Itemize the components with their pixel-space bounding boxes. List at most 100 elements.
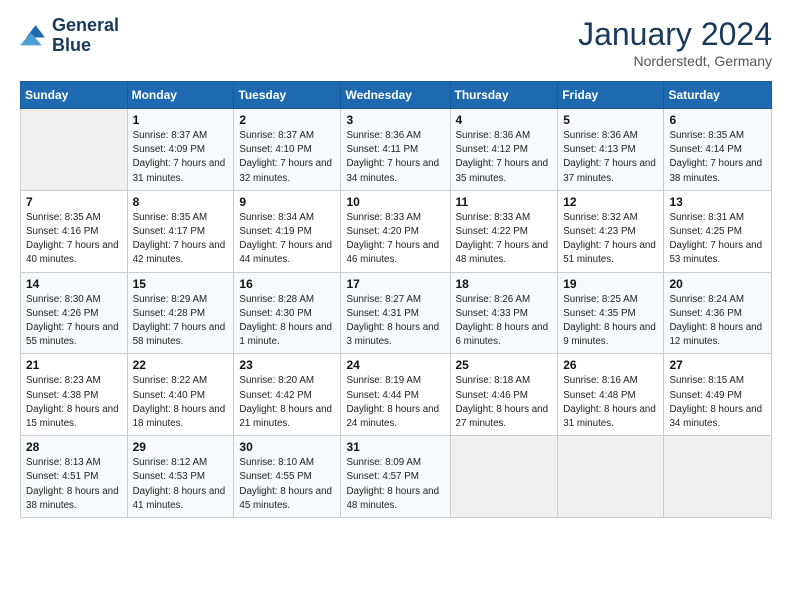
day-info: Sunrise: 8:37 AMSunset: 4:09 PMDaylight:… [133, 129, 229, 186]
day-cell: 2 Sunrise: 8:37 AMSunset: 4:10 PMDaylight… [234, 109, 341, 191]
day-number: 21 [26, 358, 122, 372]
day-info: Sunrise: 8:15 AMSunset: 4:49 PMDaylight:… [669, 374, 766, 431]
logo-icon [20, 22, 48, 50]
day-cell: 26 Sunrise: 8:16 AMSunset: 4:48 PMDayligh… [558, 354, 664, 436]
day-info: Sunrise: 8:33 AMSunset: 4:20 PMDaylight:… [346, 211, 444, 268]
day-cell: 6 Sunrise: 8:35 AMSunset: 4:14 PMDaylight… [664, 109, 772, 191]
day-cell: 11Sunrise: 8:33 AMSunset: 4:22 PMDayligh… [450, 190, 558, 272]
header-sunday: Sunday [21, 82, 128, 109]
day-info: Sunrise: 8:24 AMSunset: 4:36 PMDaylight:… [669, 293, 766, 350]
day-cell [21, 109, 128, 191]
week-row-1: 1 Sunrise: 8:37 AMSunset: 4:09 PMDaylight… [21, 109, 772, 191]
day-cell: 4Sunrise: 8:36 AMSunset: 4:12 PMDaylight… [450, 109, 558, 191]
day-number: 5 [563, 113, 658, 127]
header-saturday: Saturday [664, 82, 772, 109]
day-cell [558, 436, 664, 518]
day-cell: 12 Sunrise: 8:32 AMSunset: 4:23 PMDayligh… [558, 190, 664, 272]
day-number: 2 [239, 113, 335, 127]
calendar: SundayMondayTuesdayWednesdayThursdayFrid… [20, 81, 772, 518]
day-number: 27 [669, 358, 766, 372]
day-number: 29 [133, 440, 229, 454]
day-number: 26 [563, 358, 658, 372]
day-number: 23 [239, 358, 335, 372]
day-number: 9 [239, 195, 335, 209]
day-cell: 25 Sunrise: 8:18 AMSunset: 4:46 PMDayligh… [450, 354, 558, 436]
day-number: 19 [563, 277, 658, 291]
page-header: General Blue January 2024 Norderstedt, G… [20, 16, 772, 69]
day-number: 4 [456, 113, 553, 127]
day-cell: 17 Sunrise: 8:27 AMSunset: 4:31 PMDayligh… [341, 272, 450, 354]
day-cell: 14 Sunrise: 8:30 AMSunset: 4:26 PMDayligh… [21, 272, 128, 354]
day-info: Sunrise: 8:29 AMSunset: 4:28 PMDaylight:… [133, 293, 229, 350]
day-number: 3 [346, 113, 444, 127]
day-info: Sunrise: 8:35 AMSunset: 4:17 PMDaylight:… [133, 211, 229, 268]
day-info: Sunrise: 8:36 AMSunset: 4:11 PMDaylight:… [346, 129, 444, 186]
day-cell: 29 Sunrise: 8:12 AMSunset: 4:53 PMDayligh… [127, 436, 234, 518]
day-cell: 1 Sunrise: 8:37 AMSunset: 4:09 PMDaylight… [127, 109, 234, 191]
day-number: 24 [346, 358, 444, 372]
day-info: Sunrise: 8:31 AMSunset: 4:25 PMDaylight:… [669, 211, 766, 268]
day-number: 12 [563, 195, 658, 209]
day-number: 8 [133, 195, 229, 209]
day-info: Sunrise: 8:26 AMSunset: 4:33 PMDaylight:… [456, 293, 553, 350]
day-info: Sunrise: 8:13 AMSunset: 4:51 PMDaylight:… [26, 456, 122, 513]
header-tuesday: Tuesday [234, 82, 341, 109]
day-cell: 27 Sunrise: 8:15 AMSunset: 4:49 PMDayligh… [664, 354, 772, 436]
day-info: Sunrise: 8:16 AMSunset: 4:48 PMDaylight:… [563, 374, 658, 431]
location: Norderstedt, Germany [578, 53, 772, 69]
day-cell: 9Sunrise: 8:34 AMSunset: 4:19 PMDaylight… [234, 190, 341, 272]
day-cell: 7Sunrise: 8:35 AMSunset: 4:16 PMDaylight… [21, 190, 128, 272]
day-cell: 3 Sunrise: 8:36 AMSunset: 4:11 PMDaylight… [341, 109, 450, 191]
day-info: Sunrise: 8:37 AMSunset: 4:10 PMDaylight:… [239, 129, 335, 186]
day-info: Sunrise: 8:30 AMSunset: 4:26 PMDaylight:… [26, 293, 122, 350]
day-info: Sunrise: 8:32 AMSunset: 4:23 PMDaylight:… [563, 211, 658, 268]
day-cell: 31 Sunrise: 8:09 AMSunset: 4:57 PMDayligh… [341, 436, 450, 518]
day-cell: 24 Sunrise: 8:19 AMSunset: 4:44 PMDayligh… [341, 354, 450, 436]
day-info: Sunrise: 8:18 AMSunset: 4:46 PMDaylight:… [456, 374, 553, 431]
day-info: Sunrise: 8:35 AMSunset: 4:16 PMDaylight:… [26, 211, 122, 268]
day-cell: 18 Sunrise: 8:26 AMSunset: 4:33 PMDayligh… [450, 272, 558, 354]
day-cell: 22 Sunrise: 8:22 AMSunset: 4:40 PMDayligh… [127, 354, 234, 436]
day-cell: 8 Sunrise: 8:35 AMSunset: 4:17 PMDaylight… [127, 190, 234, 272]
day-info: Sunrise: 8:35 AMSunset: 4:14 PMDaylight:… [669, 129, 766, 186]
day-info: Sunrise: 8:28 AMSunset: 4:30 PMDaylight:… [239, 293, 335, 350]
day-number: 31 [346, 440, 444, 454]
day-number: 22 [133, 358, 229, 372]
day-cell: 30 Sunrise: 8:10 AMSunset: 4:55 PMDayligh… [234, 436, 341, 518]
day-number: 11 [456, 195, 553, 209]
day-number: 1 [133, 113, 229, 127]
day-info: Sunrise: 8:10 AMSunset: 4:55 PMDaylight:… [239, 456, 335, 513]
day-number: 25 [456, 358, 553, 372]
day-number: 13 [669, 195, 766, 209]
day-cell: 23 Sunrise: 8:20 AMSunset: 4:42 PMDayligh… [234, 354, 341, 436]
day-cell: 16 Sunrise: 8:28 AMSunset: 4:30 PMDayligh… [234, 272, 341, 354]
day-number: 20 [669, 277, 766, 291]
day-number: 14 [26, 277, 122, 291]
day-number: 17 [346, 277, 444, 291]
day-cell: 13 Sunrise: 8:31 AMSunset: 4:25 PMDayligh… [664, 190, 772, 272]
day-info: Sunrise: 8:27 AMSunset: 4:31 PMDaylight:… [346, 293, 444, 350]
day-info: Sunrise: 8:20 AMSunset: 4:42 PMDaylight:… [239, 374, 335, 431]
day-number: 28 [26, 440, 122, 454]
header-friday: Friday [558, 82, 664, 109]
day-number: 18 [456, 277, 553, 291]
day-cell [450, 436, 558, 518]
calendar-header-row: SundayMondayTuesdayWednesdayThursdayFrid… [21, 82, 772, 109]
day-info: Sunrise: 8:25 AMSunset: 4:35 PMDaylight:… [563, 293, 658, 350]
day-info: Sunrise: 8:09 AMSunset: 4:57 PMDaylight:… [346, 456, 444, 513]
day-info: Sunrise: 8:19 AMSunset: 4:44 PMDaylight:… [346, 374, 444, 431]
day-info: Sunrise: 8:22 AMSunset: 4:40 PMDaylight:… [133, 374, 229, 431]
day-cell: 28 Sunrise: 8:13 AMSunset: 4:51 PMDayligh… [21, 436, 128, 518]
day-number: 30 [239, 440, 335, 454]
day-number: 6 [669, 113, 766, 127]
logo-text: General Blue [52, 16, 119, 56]
day-info: Sunrise: 8:12 AMSunset: 4:53 PMDaylight:… [133, 456, 229, 513]
month-title: January 2024 [578, 16, 772, 53]
day-number: 16 [239, 277, 335, 291]
day-cell: 21 Sunrise: 8:23 AMSunset: 4:38 PMDayligh… [21, 354, 128, 436]
day-number: 15 [133, 277, 229, 291]
week-row-2: 7Sunrise: 8:35 AMSunset: 4:16 PMDaylight… [21, 190, 772, 272]
week-row-4: 21 Sunrise: 8:23 AMSunset: 4:38 PMDayligh… [21, 354, 772, 436]
day-info: Sunrise: 8:23 AMSunset: 4:38 PMDaylight:… [26, 374, 122, 431]
day-cell: 10Sunrise: 8:33 AMSunset: 4:20 PMDayligh… [341, 190, 450, 272]
